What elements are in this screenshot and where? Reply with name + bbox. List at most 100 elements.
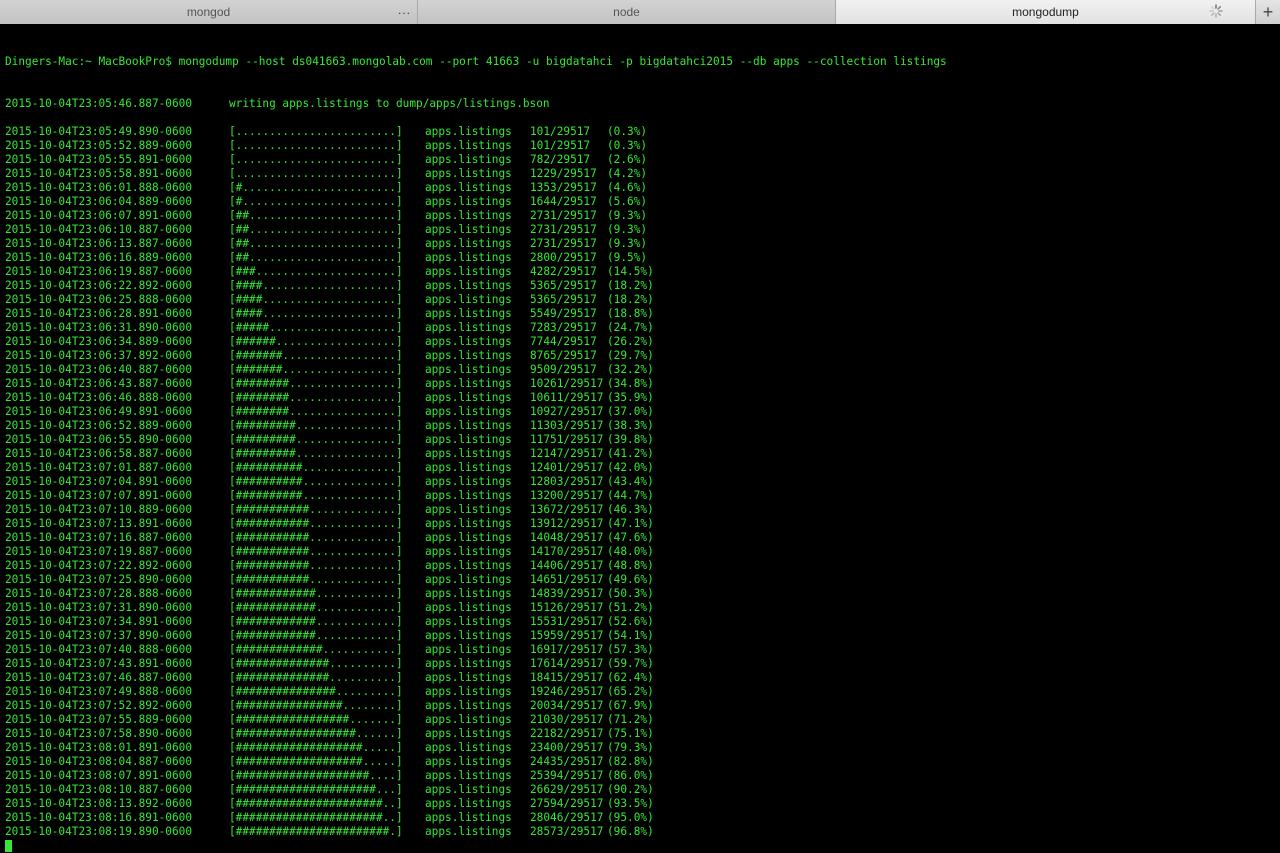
percent: (54.1%)	[607, 629, 654, 642]
timestamp: 2015-10-04T23:06:55.890-0600	[5, 433, 229, 447]
percent: (9.3%)	[607, 223, 647, 236]
doc-count: 8765/29517	[530, 349, 607, 363]
progress-bar: [###########.............]	[229, 545, 425, 559]
namespace: apps.listings	[425, 405, 530, 419]
doc-count: 2731/29517	[530, 209, 607, 223]
timestamp: 2015-10-04T23:08:10.887-0600	[5, 783, 229, 797]
percent: (71.2%)	[607, 713, 654, 726]
namespace: apps.listings	[425, 433, 530, 447]
namespace: apps.listings	[425, 713, 530, 727]
progress-line: 2015-10-04T23:05:55.891-0600[...........…	[5, 153, 1275, 167]
timestamp: 2015-10-04T23:06:25.888-0600	[5, 293, 229, 307]
progress-bar: [################........]	[229, 699, 425, 713]
doc-count: 11751/29517	[530, 433, 607, 447]
progress-line: 2015-10-04T23:07:22.892-0600[###########…	[5, 559, 1275, 573]
progress-bar: [####################....]	[229, 769, 425, 783]
timestamp: 2015-10-04T23:06:52.889-0600	[5, 419, 229, 433]
progress-bar: [####....................]	[229, 279, 425, 293]
percent: (95.0%)	[607, 811, 654, 824]
doc-count: 15959/29517	[530, 629, 607, 643]
namespace: apps.listings	[425, 573, 530, 587]
namespace: apps.listings	[425, 307, 530, 321]
tab-mongod[interactable]: mongod ...	[0, 0, 418, 24]
progress-line: 2015-10-04T23:08:13.892-0600[###########…	[5, 797, 1275, 811]
namespace: apps.listings	[425, 419, 530, 433]
doc-count: 17614/29517	[530, 657, 607, 671]
percent: (9.3%)	[607, 209, 647, 222]
progress-line: 2015-10-04T23:07:52.892-0600[###########…	[5, 699, 1275, 713]
progress-line: 2015-10-04T23:06:43.887-0600[########...…	[5, 377, 1275, 391]
percent: (79.3%)	[607, 741, 654, 754]
percent: (47.6%)	[607, 531, 654, 544]
namespace: apps.listings	[425, 377, 530, 391]
tab-node[interactable]: node	[418, 0, 836, 24]
progress-line: 2015-10-04T23:08:19.890-0600[###########…	[5, 825, 1275, 839]
tab-mongodump[interactable]: mongodump	[836, 0, 1255, 24]
namespace: apps.listings	[425, 769, 530, 783]
progress-bar: [........................]	[229, 153, 425, 167]
timestamp: 2015-10-04T23:07:46.887-0600	[5, 671, 229, 685]
timestamp: 2015-10-04T23:06:58.887-0600	[5, 447, 229, 461]
progress-line: 2015-10-04T23:07:37.890-0600[###########…	[5, 629, 1275, 643]
timestamp: 2015-10-04T23:06:10.887-0600	[5, 223, 229, 237]
doc-count: 101/29517	[530, 125, 607, 139]
progress-line: 2015-10-04T23:06:07.891-0600[##.........…	[5, 209, 1275, 223]
timestamp: 2015-10-04T23:07:25.890-0600	[5, 573, 229, 587]
doc-count: 28573/29517	[530, 825, 607, 839]
progress-line: 2015-10-04T23:07:13.891-0600[###########…	[5, 517, 1275, 531]
progress-bar: [######################..]	[229, 797, 425, 811]
doc-count: 18415/29517	[530, 671, 607, 685]
namespace: apps.listings	[425, 167, 530, 181]
percent: (2.6%)	[607, 153, 647, 166]
namespace: apps.listings	[425, 531, 530, 545]
doc-count: 16917/29517	[530, 643, 607, 657]
writing-line: 2015-10-04T23:05:46.887-0600writing apps…	[5, 97, 1275, 111]
progress-line: 2015-10-04T23:07:10.889-0600[###########…	[5, 503, 1275, 517]
progress-line: 2015-10-04T23:07:49.888-0600[###########…	[5, 685, 1275, 699]
doc-count: 2731/29517	[530, 237, 607, 251]
ellipsis-icon[interactable]: ...	[398, 3, 411, 17]
namespace: apps.listings	[425, 601, 530, 615]
namespace: apps.listings	[425, 783, 530, 797]
doc-count: 1353/29517	[530, 181, 607, 195]
tab-label: node	[613, 5, 640, 19]
percent: (75.1%)	[607, 727, 654, 740]
doc-count: 1644/29517	[530, 195, 607, 209]
namespace: apps.listings	[425, 363, 530, 377]
new-tab-button[interactable]: +	[1255, 0, 1280, 24]
doc-count: 12803/29517	[530, 475, 607, 489]
percent: (35.9%)	[607, 391, 654, 404]
tab-bar: mongod ... node mongodump +	[0, 0, 1280, 24]
progress-line: 2015-10-04T23:07:04.891-0600[##########.…	[5, 475, 1275, 489]
percent: (9.3%)	[607, 237, 647, 250]
namespace: apps.listings	[425, 545, 530, 559]
progress-line: 2015-10-04T23:06:10.887-0600[##.........…	[5, 223, 1275, 237]
progress-bar: [########................]	[229, 405, 425, 419]
progress-line: 2015-10-04T23:07:01.887-0600[##########.…	[5, 461, 1275, 475]
progress-line: 2015-10-04T23:06:49.891-0600[########...…	[5, 405, 1275, 419]
timestamp: 2015-10-04T23:07:22.892-0600	[5, 559, 229, 573]
percent: (29.7%)	[607, 349, 654, 362]
percent: (86.0%)	[607, 769, 654, 782]
progress-line: 2015-10-04T23:07:25.890-0600[###########…	[5, 573, 1275, 587]
progress-line: 2015-10-04T23:06:46.888-0600[########...…	[5, 391, 1275, 405]
timestamp: 2015-10-04T23:07:49.888-0600	[5, 685, 229, 699]
text-cursor	[5, 840, 12, 852]
percent: (51.2%)	[607, 601, 654, 614]
terminal-output[interactable]: Dingers-Mac:~ MacBookPro$ mongodump --ho…	[0, 25, 1280, 800]
timestamp: 2015-10-04T23:07:04.891-0600	[5, 475, 229, 489]
progress-line: 2015-10-04T23:06:22.892-0600[####.......…	[5, 279, 1275, 293]
namespace: apps.listings	[425, 475, 530, 489]
timestamp: 2015-10-04T23:07:19.887-0600	[5, 545, 229, 559]
namespace: apps.listings	[425, 727, 530, 741]
progress-bar: [############............]	[229, 601, 425, 615]
progress-bar: [#############...........]	[229, 643, 425, 657]
namespace: apps.listings	[425, 153, 530, 167]
progress-bar: [########................]	[229, 391, 425, 405]
namespace: apps.listings	[425, 489, 530, 503]
percent: (37.0%)	[607, 405, 654, 418]
doc-count: 15126/29517	[530, 601, 607, 615]
progress-line: 2015-10-04T23:06:34.889-0600[######.....…	[5, 335, 1275, 349]
timestamp: 2015-10-04T23:07:34.891-0600	[5, 615, 229, 629]
doc-count: 21030/29517	[530, 713, 607, 727]
